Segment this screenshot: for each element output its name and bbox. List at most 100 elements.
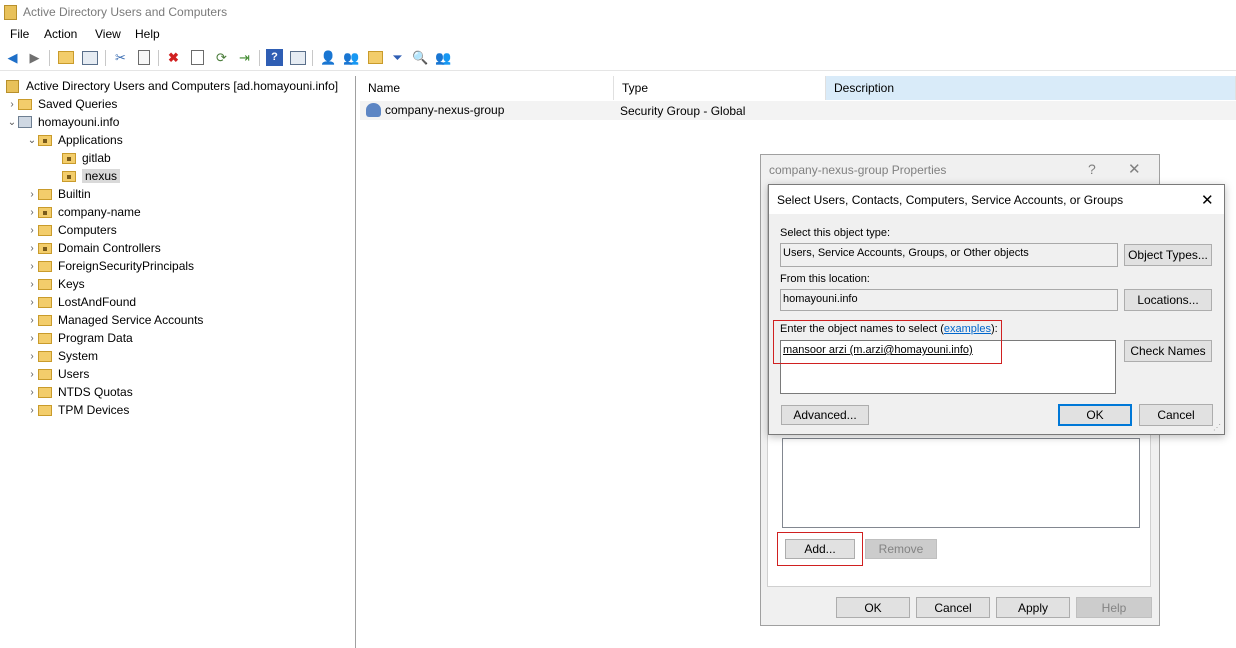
chevron-right-icon[interactable]: › [26, 279, 38, 290]
chevron-down-icon[interactable]: ⌄ [26, 135, 38, 146]
ou-folder-icon [38, 206, 52, 218]
folder-icon [38, 296, 52, 308]
close-icon[interactable]: ✕ [1201, 191, 1214, 209]
apply-button[interactable]: Apply [996, 597, 1070, 618]
tree-item[interactable]: › ForeignSecurityPrincipals [26, 257, 194, 275]
object-type-label: Select this object type: [780, 227, 891, 239]
tree-item-applications[interactable]: ⌄ Applications [26, 131, 123, 149]
tree-item-gitlab[interactable]: gitlab [62, 149, 111, 167]
folder-icon [38, 350, 52, 362]
console-tree: Active Directory Users and Computers [ad… [0, 76, 356, 648]
add-to-group-icon[interactable]: 👥 [435, 49, 452, 66]
toolbar: ◀ ▶ ✂ ✖ ⟳ ⇥ ? 👤 👥 ⏷ 🔍 👥 [0, 46, 1236, 71]
show-hide-tree-icon[interactable] [81, 49, 98, 66]
help-icon[interactable]: ? [1088, 161, 1096, 177]
tree-item[interactable]: › Program Data [26, 329, 132, 347]
resize-grip-icon[interactable]: ⋰ [1213, 423, 1221, 432]
chevron-right-icon[interactable]: › [26, 243, 38, 254]
chevron-right-icon[interactable]: › [26, 189, 38, 200]
folder-icon [38, 314, 52, 326]
tree-item[interactable]: › Domain Controllers [26, 239, 160, 257]
tree-item-saved-queries[interactable]: › Saved Queries [6, 95, 117, 113]
check-names-button[interactable]: Check Names [1124, 340, 1212, 362]
tree-item[interactable]: › Users [26, 365, 89, 383]
chevron-right-icon[interactable]: › [26, 315, 38, 326]
select-objects-dialog: Select Users, Contacts, Computers, Servi… [768, 184, 1225, 435]
tree-item-nexus[interactable]: nexus [62, 167, 121, 185]
new-group-icon[interactable]: 👥 [343, 49, 360, 66]
export-list-icon[interactable]: ⇥ [236, 49, 253, 66]
console-icon[interactable] [289, 49, 306, 66]
select-ok-button[interactable]: OK [1058, 404, 1132, 426]
object-types-button[interactable]: Object Types... [1124, 244, 1212, 266]
window-title: Active Directory Users and Computers [23, 5, 228, 19]
chevron-right-icon[interactable]: › [26, 369, 38, 380]
menu-file[interactable]: File [10, 27, 29, 41]
tree-item[interactable]: › Keys [26, 275, 84, 293]
chevron-right-icon[interactable]: › [26, 333, 38, 344]
advanced-button[interactable]: Advanced... [781, 405, 869, 425]
folder-icon [38, 188, 52, 200]
menu-action[interactable]: Action [44, 27, 77, 41]
chevron-right-icon[interactable]: › [26, 297, 38, 308]
tree-item-domain[interactable]: ⌄ homayouni.info [6, 113, 120, 131]
properties-help-button[interactable]: Help [1076, 597, 1152, 618]
copy-icon[interactable] [135, 49, 152, 66]
tree-item[interactable]: › TPM Devices [26, 401, 129, 419]
members-list[interactable] [782, 438, 1140, 528]
filter-icon[interactable]: ⏷ [389, 49, 406, 66]
new-user-icon[interactable]: 👤 [320, 49, 337, 66]
properties-ok-button[interactable]: OK [836, 597, 910, 618]
tree-item[interactable]: › LostAndFound [26, 293, 136, 311]
tree-item[interactable]: › System [26, 347, 98, 365]
tree-item[interactable]: › NTDS Quotas [26, 383, 132, 401]
chevron-right-icon[interactable]: › [26, 387, 38, 398]
remove-button[interactable]: Remove [865, 539, 937, 559]
column-header-type[interactable]: Type [614, 76, 826, 100]
chevron-right-icon[interactable]: › [26, 225, 38, 236]
chevron-down-icon[interactable]: ⌄ [6, 117, 18, 128]
folder-icon [18, 98, 32, 110]
column-header-name[interactable]: Name [360, 76, 614, 100]
ou-folder-icon [62, 152, 76, 164]
tree-root-label: Active Directory Users and Computers [ad… [26, 79, 339, 93]
domain-icon [18, 116, 32, 128]
table-row[interactable]: company-nexus-group Security Group - Glo… [360, 101, 1236, 120]
chevron-right-icon[interactable]: › [6, 99, 18, 110]
group-icon [366, 103, 381, 117]
help-icon[interactable]: ? [266, 49, 283, 66]
ou-folder-icon [38, 242, 52, 254]
ou-folder-icon [38, 134, 52, 146]
tree-item[interactable]: › Builtin [26, 185, 90, 203]
new-ou-icon[interactable] [367, 49, 384, 66]
chevron-right-icon[interactable]: › [26, 261, 38, 272]
locations-button[interactable]: Locations... [1124, 289, 1212, 311]
refresh-icon[interactable]: ⟳ [213, 49, 230, 66]
location-field: homayouni.info [780, 289, 1118, 311]
tree-item[interactable]: › company-name [26, 203, 140, 221]
up-folder-icon[interactable] [57, 49, 74, 66]
find-icon[interactable]: 🔍 [412, 49, 429, 66]
menu-view[interactable]: View [95, 27, 121, 41]
folder-icon [38, 332, 52, 344]
column-header-description[interactable]: Description [826, 76, 1236, 100]
properties-cancel-button[interactable]: Cancel [916, 597, 990, 618]
cut-icon[interactable]: ✂ [112, 49, 129, 66]
chevron-right-icon[interactable]: › [26, 405, 38, 416]
select-cancel-button[interactable]: Cancel [1139, 404, 1213, 426]
tree-root[interactable]: Active Directory Users and Computers [ad… [6, 77, 338, 95]
tree-item[interactable]: › Managed Service Accounts [26, 311, 203, 329]
object-names-highlight [773, 320, 1002, 364]
back-arrow-icon[interactable]: ◀ [4, 49, 21, 66]
tree-item[interactable]: › Computers [26, 221, 116, 239]
properties-icon[interactable] [189, 49, 206, 66]
delete-icon[interactable]: ✖ [165, 49, 182, 66]
close-icon[interactable]: ✕ [1128, 160, 1141, 178]
forward-arrow-icon[interactable]: ▶ [26, 49, 43, 66]
chevron-right-icon[interactable]: › [26, 351, 38, 362]
menu-help[interactable]: Help [135, 27, 160, 41]
properties-dialog-title: company-nexus-group Properties [769, 163, 947, 177]
chevron-right-icon[interactable]: › [26, 207, 38, 218]
folder-icon [38, 368, 52, 380]
folder-icon [38, 260, 52, 272]
